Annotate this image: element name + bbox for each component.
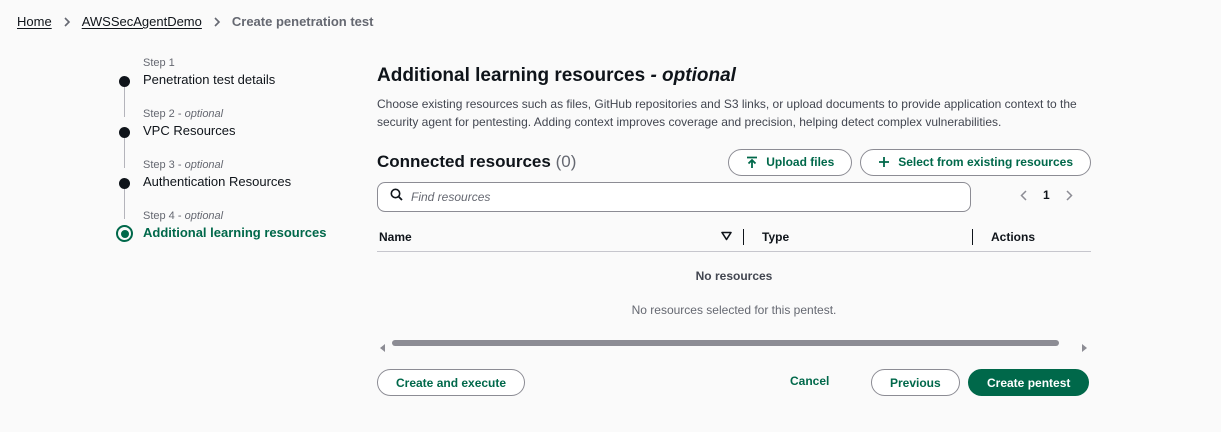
cancel-button[interactable]: Cancel — [790, 374, 829, 388]
step-complete-icon — [119, 127, 130, 138]
page-title: Additional learning resources - optional — [377, 65, 736, 86]
search-icon — [390, 188, 403, 206]
breadcrumb-home-link[interactable]: Home — [17, 14, 52, 29]
step-complete-icon — [119, 178, 130, 189]
wizard-step-2[interactable]: Step 2 - optional VPC Resources — [116, 108, 346, 168]
wizard-step-1[interactable]: Step 1 Penetration test details — [116, 57, 346, 117]
step-current-icon — [116, 225, 133, 242]
breadcrumb-agent-link[interactable]: AWSSecAgentDemo — [82, 14, 202, 29]
step-number: Step 2 - optional — [143, 108, 224, 120]
breadcrumb-current: Create penetration test — [231, 14, 374, 29]
connected-resources-heading: Connected resources (0) — [377, 152, 577, 171]
select-existing-resources-button[interactable]: Select from existing resources — [860, 148, 1091, 176]
column-header-type[interactable]: Type — [762, 230, 789, 244]
previous-button[interactable]: Previous — [871, 369, 960, 396]
resources-table: Name Type Actions No resources No resour… — [377, 222, 1091, 317]
table-header: Name Type Actions — [377, 222, 1091, 252]
connected-resources-header: Connected resources (0) Upload files Sel… — [377, 147, 1091, 177]
step-label[interactable]: Authentication Resources — [143, 173, 346, 191]
main-content: Additional learning resources - optional… — [377, 64, 1091, 396]
wizard-step-3[interactable]: Step 3 - optional Authentication Resourc… — [116, 159, 346, 219]
previous-page-icon[interactable] — [1020, 189, 1027, 201]
plus-icon — [878, 156, 890, 168]
chevron-right-icon — [63, 16, 71, 27]
step-complete-icon — [119, 76, 130, 87]
page-description: Choose existing resources such as files,… — [377, 97, 1077, 129]
sort-descending-icon[interactable] — [721, 231, 732, 241]
create-pentest-button[interactable]: Create pentest — [968, 369, 1090, 396]
step-number: Step 4 - optional — [143, 210, 224, 222]
scroll-left-icon[interactable] — [380, 339, 385, 357]
empty-state-message: No resources selected for this pentest. — [631, 303, 837, 317]
scrollbar-thumb[interactable] — [392, 340, 1059, 346]
current-page-number[interactable]: 1 — [1043, 188, 1050, 202]
upload-icon — [746, 156, 758, 169]
empty-state-title: No resources — [695, 269, 773, 283]
create-and-execute-button[interactable]: Create and execute — [377, 369, 526, 396]
step-label-current: Additional learning resources — [143, 225, 327, 240]
column-header-actions: Actions — [991, 229, 1036, 244]
next-page-icon[interactable] — [1066, 189, 1073, 201]
scroll-right-icon[interactable] — [1082, 339, 1087, 357]
wizard-step-4: Step 4 - optional Additional learning re… — [116, 210, 346, 261]
chevron-right-icon — [213, 16, 221, 27]
search-input[interactable] — [411, 190, 951, 204]
breadcrumb: Home AWSSecAgentDemo Create penetration … — [17, 14, 373, 29]
upload-files-button[interactable]: Upload files — [728, 148, 853, 176]
horizontal-scrollbar[interactable] — [377, 338, 1091, 352]
column-header-name[interactable]: Name — [379, 230, 412, 244]
wizard-steps: Step 1 Penetration test details Step 2 -… — [116, 57, 346, 261]
step-label[interactable]: VPC Resources — [143, 122, 346, 140]
step-number: Step 1 — [143, 57, 175, 69]
column-divider[interactable] — [743, 229, 744, 245]
search-field[interactable] — [377, 182, 971, 212]
step-label[interactable]: Penetration test details — [143, 71, 346, 89]
pagination: 1 — [1020, 188, 1073, 202]
form-actions: Create and execute Cancel Previous Creat… — [377, 369, 1091, 396]
column-divider[interactable] — [972, 229, 973, 245]
step-number: Step 3 - optional — [143, 159, 224, 171]
